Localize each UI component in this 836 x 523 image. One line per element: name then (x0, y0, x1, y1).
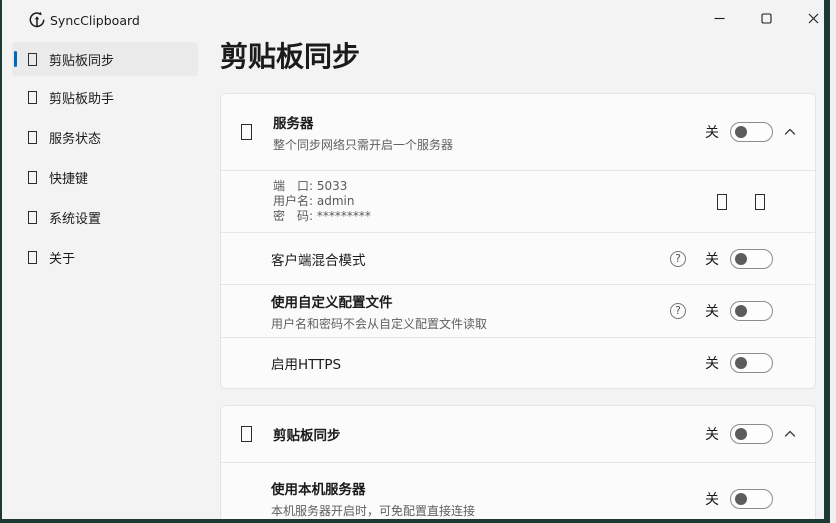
sidebar-item-label: 关于 (49, 248, 75, 267)
mixed-mode-state-label: 关 (705, 249, 719, 269)
custom-config-state-label: 关 (705, 301, 719, 321)
chevron-up-icon[interactable] (783, 427, 797, 441)
username-line: 用户名: admin (273, 194, 371, 209)
use-local-server-subtitle: 本机服务器开启时，可免配置直接连接 (271, 502, 475, 519)
custom-config-row: 使用自定义配置文件 用户名和密码不会从自定义配置文件读取 ? 关 (221, 284, 815, 337)
page-title: 剪贴板同步 (220, 38, 360, 76)
copy-info-button[interactable] (717, 194, 727, 210)
edit-info-button[interactable] (755, 194, 765, 210)
help-icon[interactable]: ? (670, 251, 686, 267)
server-info-row: 端 口: 5033 用户名: admin 密 码: ********* (221, 170, 815, 232)
sidebar-item-hotkeys[interactable]: 快捷键 (12, 160, 198, 194)
sidebar-item-label: 快捷键 (49, 168, 88, 187)
client-mixed-mode-toggle[interactable] (730, 249, 773, 269)
clipboard-sync-icon (28, 53, 37, 66)
use-local-server-title: 使用本机服务器 (271, 478, 475, 498)
use-local-server-row: 使用本机服务器 本机服务器开启时，可免配置直接连接 关 (221, 462, 815, 519)
enable-https-toggle[interactable] (730, 353, 773, 373)
server-card: 服务器 整个同步网络只需开启一个服务器 关 端 口: 5033 用户名: adm… (220, 93, 816, 389)
clipboard-sync-toggle[interactable] (730, 424, 773, 444)
server-icon (241, 124, 252, 140)
system-settings-icon (28, 211, 37, 224)
close-button[interactable] (790, 0, 824, 36)
client-mixed-mode-title: 客户端混合模式 (271, 249, 366, 269)
desktop-background-strip (830, 0, 836, 523)
server-toggle-state-label: 关 (705, 122, 719, 142)
custom-config-subtitle: 用户名和密码不会从自定义配置文件读取 (271, 315, 487, 332)
clipboard-sync-card-icon (241, 426, 252, 442)
sync-toggle-state-label: 关 (705, 424, 719, 444)
minimize-button[interactable] (696, 0, 742, 36)
help-icon[interactable]: ? (670, 303, 686, 319)
minimize-icon (714, 13, 725, 24)
sidebar-item-system-settings[interactable]: 系统设置 (12, 200, 198, 234)
sidebar-item-service-status[interactable]: 服务状态 (12, 120, 198, 154)
maximize-button[interactable] (743, 0, 789, 36)
toggle-knob (735, 126, 747, 138)
app-title: SyncClipboard (50, 13, 140, 28)
clipboard-sync-card: 剪贴板同步 关 使用本机服务器 本机服务器开启时，可免配置直接连接 关 (220, 405, 816, 519)
password-line: 密 码: ********* (273, 209, 371, 224)
server-card-title: 服务器 (273, 112, 453, 132)
app-logo-sync-icon (28, 11, 46, 29)
https-state-label: 关 (705, 353, 719, 373)
server-card-subtitle: 整个同步网络只需开启一个服务器 (273, 136, 453, 153)
clipboard-assistant-icon (28, 91, 37, 104)
sidebar-item-label: 剪贴板同步 (49, 50, 114, 69)
maximize-icon (761, 13, 772, 24)
sidebar-item-clipboard-sync[interactable]: 剪贴板同步 (12, 42, 198, 76)
selection-accent-bar (14, 51, 17, 67)
enable-https-row: 启用HTTPS 关 (221, 337, 815, 388)
sidebar-item-label: 服务状态 (49, 128, 101, 147)
custom-config-toggle[interactable] (730, 301, 773, 321)
sidebar-item-about[interactable]: 关于 (12, 240, 198, 274)
password-value: ********* (317, 209, 371, 223)
server-toggle[interactable] (730, 122, 773, 142)
sidebar-item-label: 剪贴板助手 (49, 88, 114, 107)
service-status-icon (28, 131, 37, 144)
about-icon (28, 251, 37, 264)
sidebar: 剪贴板同步 剪贴板助手 服务状态 快捷键 系统设置 关于 (2, 40, 207, 519)
client-mixed-mode-row: 客户端混合模式 ? 关 (221, 232, 815, 284)
local-server-state-label: 关 (705, 489, 719, 509)
custom-config-title: 使用自定义配置文件 (271, 291, 487, 311)
sidebar-item-label: 系统设置 (49, 208, 101, 227)
chevron-up-icon[interactable] (783, 125, 797, 139)
server-card-header[interactable]: 服务器 整个同步网络只需开启一个服务器 关 (221, 94, 815, 170)
titlebar: SyncClipboard (2, 0, 824, 40)
port-line: 端 口: 5033 (273, 179, 371, 194)
username-value: admin (317, 194, 355, 208)
hotkeys-icon (28, 171, 37, 184)
enable-https-title: 启用HTTPS (271, 353, 341, 373)
use-local-server-toggle[interactable] (730, 489, 773, 509)
sidebar-item-clipboard-assistant[interactable]: 剪贴板助手 (12, 80, 198, 114)
server-info-text: 端 口: 5033 用户名: admin 密 码: ********* (273, 179, 371, 224)
port-value: 5033 (317, 179, 348, 193)
close-icon (808, 13, 819, 24)
app-window: SyncClipboard 剪贴板同步 剪贴板助手 服务状态 (2, 0, 824, 519)
clipboard-sync-card-header[interactable]: 剪贴板同步 关 (221, 406, 815, 462)
clipboard-sync-card-title: 剪贴板同步 (273, 424, 341, 444)
